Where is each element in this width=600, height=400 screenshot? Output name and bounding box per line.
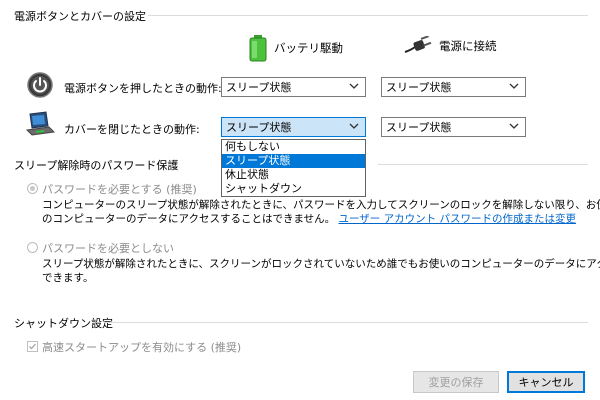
shutdown-section-divider: [104, 322, 588, 323]
select-value: スリープ状態: [226, 81, 292, 94]
power-button-icon: [27, 72, 53, 98]
plugged-column-header: 電源に接続: [403, 36, 497, 56]
power-button-plugged-select[interactable]: スリープ状態: [381, 77, 526, 97]
require-password-desc-line1: コンピューターのスリープ状態が解除されたときに、パスワードを入力してスクリーンの…: [42, 199, 600, 211]
cancel-button[interactable]: キャンセル: [507, 371, 585, 393]
checkmark-icon: [29, 343, 36, 350]
chevron-down-icon: [349, 83, 359, 89]
laptop-lid-icon: [25, 111, 56, 136]
chevron-down-icon: [349, 123, 359, 129]
lid-close-battery-dropdown-list: 何もしない スリープ状態 休止状態 シャットダウン: [221, 139, 366, 197]
shutdown-section-title: シャットダウン設定: [14, 317, 113, 330]
create-password-link[interactable]: ユーザー アカウント パスワードの作成または変更: [339, 213, 576, 225]
battery-column-header: バッテリ駆動: [248, 34, 343, 62]
require-password-radio[interactable]: [27, 183, 38, 194]
power-button-action-label: 電源ボタンを押したときの動作:: [64, 82, 222, 95]
plugged-column-label: 電源に接続: [439, 39, 497, 53]
power-section-divider: [148, 15, 588, 16]
fast-startup-label: 高速スタートアップを有効にする (推奨): [42, 341, 242, 354]
battery-column-label: バッテリ駆動: [274, 41, 343, 55]
select-value: スリープ状態: [386, 121, 452, 134]
lid-close-plugged-select[interactable]: スリープ状態: [381, 117, 526, 137]
no-password-radio[interactable]: [27, 242, 38, 253]
dropdown-option-do-nothing[interactable]: 何もしない: [222, 140, 365, 154]
no-password-desc-line2: できます。: [42, 272, 94, 284]
dropdown-option-sleep[interactable]: スリープ状態: [222, 154, 365, 168]
no-password-label: パスワードを必要としない: [42, 242, 174, 255]
password-section-divider: [378, 164, 588, 165]
power-plug-icon: [404, 36, 432, 53]
require-password-desc-text: のコンピューターのデータにアクセスすることはできません。: [42, 213, 336, 225]
lid-close-battery-select[interactable]: スリープ状態: [221, 117, 366, 137]
select-value: スリープ状態: [386, 81, 452, 94]
chevron-down-icon: [509, 83, 519, 89]
require-password-label: パスワードを必要とする (推奨): [42, 183, 197, 196]
fast-startup-checkbox[interactable]: [27, 341, 38, 352]
require-password-desc-line2: のコンピューターのデータにアクセスすることはできません。 ユーザー アカウント …: [42, 212, 576, 226]
dropdown-option-shutdown[interactable]: シャットダウン: [222, 182, 365, 196]
dropdown-option-hibernate[interactable]: 休止状態: [222, 168, 365, 182]
power-section-title: 電源ボタンとカバーの設定: [14, 10, 146, 23]
select-value: スリープ状態: [226, 121, 292, 134]
chevron-down-icon: [509, 123, 519, 129]
save-changes-button[interactable]: 変更の保存: [413, 371, 499, 393]
battery-icon: [249, 35, 267, 62]
power-button-battery-select[interactable]: スリープ状態: [221, 77, 366, 97]
no-password-desc-line1: スリープ状態が解除されたときに、スクリーンがロックされていないため誰でもお使いの…: [42, 258, 600, 270]
password-section-title: スリープ解除時のパスワード保護: [14, 159, 179, 172]
lid-close-action-label: カバーを閉じたときの動作:: [64, 123, 200, 136]
